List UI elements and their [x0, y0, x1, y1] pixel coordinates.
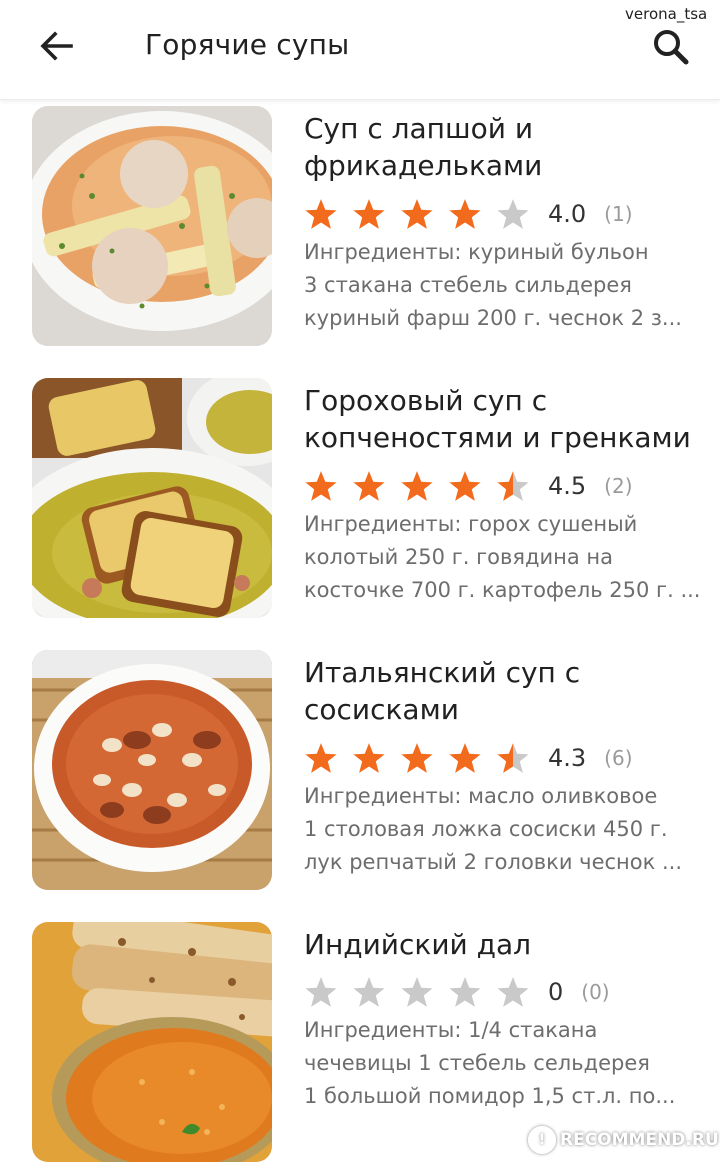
recipe-ingredients: Ингредиенты: горох сушеный колотый 250 г… [304, 512, 701, 602]
recipe-title[interactable]: Суп с лапшой и фрикадельками [304, 110, 704, 184]
star-filled-icon [401, 471, 433, 501]
recipe-card-pea-soup[interactable]: Гороховый суп с копченостями и гренками … [0, 378, 720, 628]
recipe-list-screen: Горячие супы verona_tsa Суп с лапшой и ф… [0, 0, 720, 1168]
app-bar: Горячие супы [0, 0, 720, 100]
recipe-ingredients: Ингредиенты: масло оливковое 1 столовая … [304, 784, 683, 874]
star-half-icon [497, 743, 529, 773]
recipe-ingredients: Ингредиенты: 1/4 стакана чечевицы 1 стеб… [304, 1018, 676, 1108]
rating-row: 0 (0) [304, 974, 610, 1010]
star-empty-icon [497, 977, 529, 1007]
recommend-logo-icon: ! [528, 1126, 556, 1154]
recipe-photo-italian-soup[interactable] [32, 650, 272, 890]
star-filled-icon [401, 743, 433, 773]
page-title: Горячие супы [145, 28, 350, 61]
search-icon [654, 30, 689, 65]
search-button[interactable] [648, 24, 694, 70]
star-empty-icon [305, 977, 337, 1007]
star-empty-icon [449, 977, 481, 1007]
star-filled-icon [305, 471, 337, 501]
rating-value: 4.3 [548, 744, 587, 772]
author-watermark: verona_tsa [625, 5, 708, 23]
star-filled-icon [305, 199, 337, 229]
star-filled-icon [353, 743, 385, 773]
recipe-card-italian-soup[interactable]: Итальянский суп с сосисками 4.3 (6) Ингр… [0, 650, 720, 900]
recipe-photo-indian-dal[interactable] [32, 922, 272, 1162]
star-filled-icon [449, 471, 481, 501]
recommend-watermark: ! RECOMMEND.RU [528, 1124, 719, 1156]
rating-count: (1) [604, 202, 633, 226]
back-button[interactable] [34, 24, 78, 68]
recipe-title[interactable]: Индийский дал [304, 926, 704, 963]
star-empty-icon [401, 977, 433, 1007]
star-empty-icon [353, 977, 385, 1007]
star-filled-icon [449, 743, 481, 773]
rating-count: (6) [604, 746, 633, 770]
rating-row: 4.5 (2) [304, 468, 633, 504]
recipe-title[interactable]: Итальянский суп с сосисками [304, 654, 704, 728]
star-filled-icon [353, 199, 385, 229]
rating-count: (2) [604, 474, 633, 498]
star-empty-icon [497, 199, 529, 229]
rating-row: 4.3 (6) [304, 740, 633, 776]
rating-value: 0 [548, 978, 564, 1006]
recipe-card-noodle-soup[interactable]: Суп с лапшой и фрикадельками 4.0 (1) Инг… [0, 106, 720, 356]
star-filled-icon [305, 743, 337, 773]
star-filled-icon [401, 199, 433, 229]
star-half-icon [497, 471, 529, 501]
rating-row: 4.0 (1) [304, 196, 633, 232]
recipe-photo-pea-soup[interactable] [32, 378, 272, 618]
arrow-left-icon [40, 31, 73, 61]
recipe-title[interactable]: Гороховый суп с копченостями и гренками [304, 382, 704, 456]
star-filled-icon [353, 471, 385, 501]
recipe-ingredients: Ингредиенты: куриный бульон 3 стакана ст… [304, 240, 682, 330]
rating-count: (0) [581, 980, 610, 1004]
star-filled-icon [449, 199, 481, 229]
rating-value: 4.5 [548, 472, 587, 500]
rating-value: 4.0 [548, 200, 587, 228]
recipe-photo-noodle-soup[interactable] [32, 106, 272, 346]
